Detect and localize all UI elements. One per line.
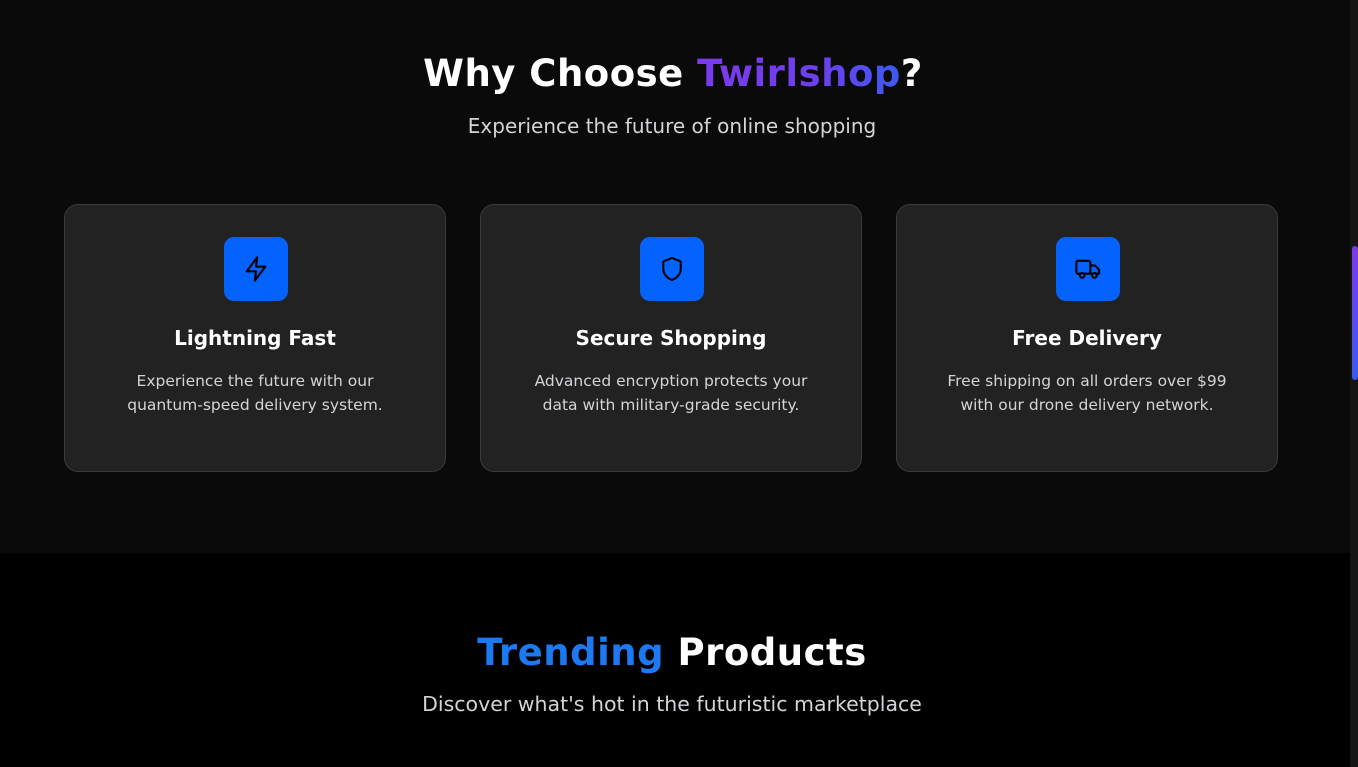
feature-card-free-delivery: Free Delivery Free shipping on all order… [896, 204, 1278, 472]
feature-description: Experience the future with our quantum-s… [127, 372, 383, 414]
page-scrollbar[interactable] [1350, 0, 1358, 767]
why-choose-section: Why Choose Twirlshop? Experience the fut… [0, 0, 1350, 553]
why-choose-title: Why Choose Twirlshop? [0, 52, 1348, 96]
trending-title-accent: Trending [477, 631, 665, 674]
page: Why Choose Twirlshop? Experience the fut… [0, 0, 1358, 767]
trending-subtitle: Discover what's hot in the futuristic ma… [422, 692, 922, 716]
feature-cards: Lightning Fast Experience the future wit… [64, 204, 1280, 474]
feature-title: Free Delivery [1012, 326, 1162, 350]
feature-description: Advanced encryption protects your data w… [534, 372, 808, 414]
scrollbar-thumb[interactable] [1352, 246, 1358, 380]
feature-title: Lightning Fast [174, 326, 336, 350]
feature-description: Free shipping on all orders over $99 wit… [947, 372, 1227, 414]
why-title-prefix: Why Choose [423, 52, 698, 95]
trending-title: Trending Products [0, 631, 1347, 675]
feature-title: Secure Shopping [575, 326, 767, 350]
feature-card-lightning-fast: Lightning Fast Experience the future wit… [64, 204, 446, 472]
why-choose-subtitle: Experience the future of online shopping [467, 114, 877, 138]
trending-products-section: Trending Products Discover what's hot in… [0, 553, 1350, 767]
lightning-icon [224, 237, 288, 301]
shield-icon [640, 237, 704, 301]
trending-title-rest: Products [664, 631, 867, 674]
why-title-suffix: ? [900, 52, 923, 95]
feature-card-secure-shopping: Secure Shopping Advanced encryption prot… [480, 204, 862, 472]
truck-icon [1056, 237, 1120, 301]
brand-name: Twirlshop [697, 52, 901, 95]
